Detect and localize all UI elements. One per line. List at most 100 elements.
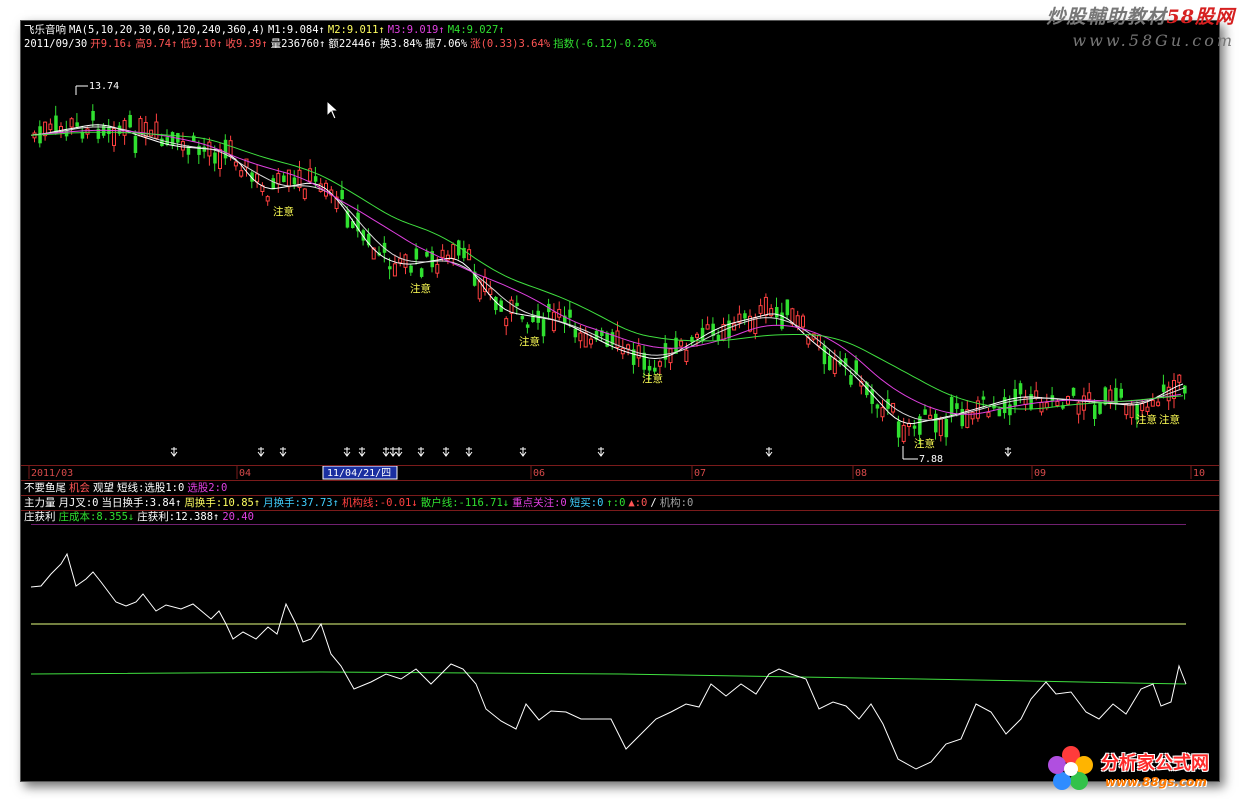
candle — [828, 348, 832, 371]
candle — [54, 105, 58, 135]
candle — [154, 113, 159, 140]
candle — [457, 239, 461, 260]
attention-annotation: 注意 — [410, 282, 431, 295]
signal-arrow-icon — [417, 447, 425, 457]
candle — [265, 194, 270, 206]
watermark-site-url: www.88gs.com — [1105, 775, 1207, 789]
candle — [398, 252, 403, 267]
signal-arrow-icon — [279, 447, 287, 457]
candle — [912, 419, 917, 437]
candle — [409, 264, 413, 276]
signal-arrow-icon — [395, 447, 403, 457]
row2-item: 机构线:-0.01↓ — [341, 497, 418, 509]
signal-arrow-icon — [382, 447, 390, 457]
line2-item: 2011/09/30 — [24, 38, 88, 50]
row2-item: 主力量 — [24, 497, 56, 509]
row2-item: 月J叉:0 — [58, 497, 99, 509]
signal-arrow-icon — [765, 447, 773, 457]
row1-item: 不要鱼尾 — [24, 482, 66, 494]
candle — [938, 416, 943, 442]
candle — [223, 134, 228, 165]
mouse-cursor-icon — [326, 100, 340, 120]
cost-line — [30, 671, 1187, 685]
candle — [875, 403, 880, 418]
quote-header-row: 2011/09/30 开9.16↓ 高9.74↑ 低9.10↑ 收9.39↑ 量23676… — [24, 38, 659, 50]
candle — [494, 296, 498, 315]
candlestick-chart[interactable]: 注意注意注意注意注意注意 注意 13.74 7.88 — [21, 51, 1219, 481]
candle — [260, 182, 265, 196]
candle — [986, 407, 991, 419]
candle — [91, 104, 95, 128]
candle — [1002, 389, 1007, 419]
ma-short-line — [30, 124, 1184, 425]
candle — [143, 115, 148, 146]
candle — [515, 295, 519, 315]
flower-logo-icon — [1048, 746, 1093, 790]
row3-item: 庄成本:8.355↓ — [58, 511, 135, 523]
watermark-site-name: 分析家公式网 — [1101, 753, 1209, 774]
watermark-url: www.58Gu.com — [1072, 31, 1235, 50]
candle — [727, 314, 731, 349]
attention-annotation: 注意 — [273, 205, 294, 218]
indicator-row-profit: 庄获利 庄成本:8.355↓ 庄获利:12.388↑ 20.40 — [24, 511, 257, 523]
candle — [711, 317, 715, 341]
line2-item: 开9.16↓ — [90, 38, 133, 50]
candle — [509, 296, 514, 322]
time-axis-label: 09 — [1034, 468, 1046, 479]
line1-item: 飞乐音响 — [24, 24, 66, 36]
line2-item: 额22446↑ — [328, 38, 377, 50]
candle — [880, 399, 885, 422]
low-price-label: 7.88 — [919, 454, 943, 465]
signal-arrow-icon — [465, 447, 473, 457]
watermark-58gu: 炒股輔助教材58股网 www.58Gu.com — [1047, 2, 1235, 50]
candle — [1183, 385, 1187, 400]
candle — [255, 164, 260, 188]
row2-item: 机构:0 — [659, 497, 694, 509]
time-axis-label: 10 — [1193, 468, 1205, 479]
candle — [891, 402, 896, 415]
candle — [620, 339, 625, 360]
candle — [32, 130, 37, 143]
candle — [302, 188, 307, 201]
candle — [1098, 401, 1102, 415]
candle — [970, 410, 975, 425]
profit-indicator-chart[interactable] — [21, 524, 1219, 779]
ma-long-line — [40, 129, 1182, 415]
line1-item: M1:9.084↑ — [267, 24, 325, 36]
attention-annotation: 注意 — [1159, 413, 1180, 426]
line1-item: MA(5,10,20,30,60,120,240,360,4) — [69, 24, 265, 36]
candle — [282, 171, 286, 183]
signal-arrow-icon — [519, 447, 527, 457]
cursor-date: 11/04/21/四 — [327, 468, 391, 479]
candle — [1071, 387, 1076, 398]
candle — [568, 301, 572, 328]
line1-item: M2:9.011↑ — [327, 24, 385, 36]
row2-item: 重点关注:0 — [512, 497, 567, 509]
time-axis-label: 07 — [694, 468, 706, 479]
time-axis-label: 2011/03 — [31, 468, 73, 479]
candle — [276, 168, 281, 193]
signal-arrow-icon — [389, 447, 397, 457]
row2-item: ↑:0 — [606, 497, 626, 509]
row2-item: 月换手:37.73↑ — [263, 497, 339, 509]
candle — [775, 297, 779, 325]
row2-item: ▲:0 — [628, 497, 648, 509]
ma-header-row: 飞乐音响 MA(5,10,20,30,60,120,240,360,4) M1:9.… — [24, 24, 508, 36]
candle — [1114, 378, 1118, 411]
candle — [769, 304, 774, 318]
candle — [75, 113, 79, 130]
candle — [128, 110, 132, 129]
row3-item: 庄获利 — [24, 511, 56, 523]
candle — [631, 342, 636, 374]
candle — [1108, 385, 1113, 409]
line2-item: 振7.06% — [424, 38, 468, 50]
row2-item: 当日换手:3.84↑ — [101, 497, 182, 509]
row1-item: 短线:选股1:0 — [117, 482, 185, 494]
candle — [430, 246, 434, 273]
candle — [563, 306, 567, 334]
line1-item: M3:9.019↑ — [387, 24, 445, 36]
candle — [949, 394, 954, 423]
row3-item: 20.40 — [222, 511, 254, 523]
candle — [1023, 389, 1028, 411]
attention-annotation: 注意 — [519, 335, 540, 348]
